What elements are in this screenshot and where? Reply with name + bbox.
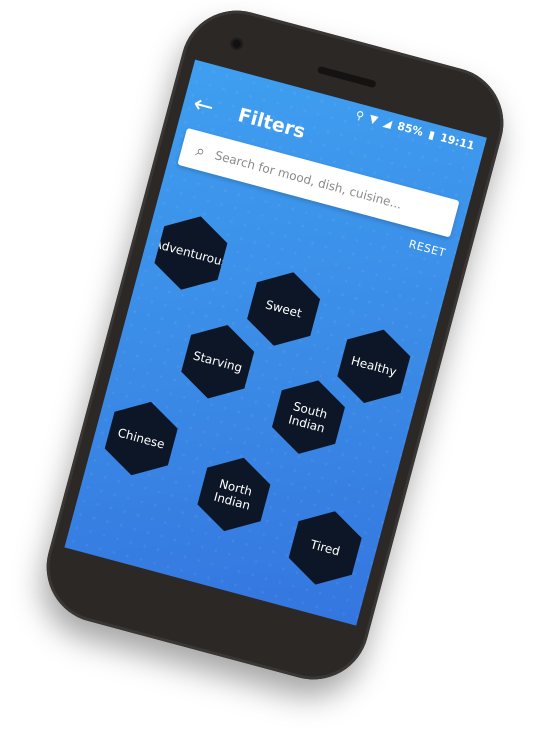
signal-icon: ◢ (381, 115, 394, 130)
filter-chip-healthy[interactable]: Healthy (327, 320, 420, 413)
mockup-stage: ⚲ ▼ ◢ 85% ▮ 19:11 ← Filters ⌕ RESET Adve… (0, 0, 549, 731)
location-icon: ⚲ (354, 107, 366, 123)
battery-icon: ▮ (427, 127, 437, 142)
filter-chip-label: Tired (308, 537, 342, 559)
phone-screen: ⚲ ▼ ◢ 85% ▮ 19:11 ← Filters ⌕ RESET Adve… (64, 59, 487, 626)
filter-chip-label: Sweet (264, 297, 304, 321)
filter-chip-label: Healthy (349, 353, 399, 379)
filter-chip-south-indian[interactable]: South Indian (262, 371, 355, 464)
filter-chip-adventurous[interactable]: Adventurous (144, 207, 237, 300)
filter-chip-label: South Indian (286, 398, 330, 436)
front-camera (229, 36, 244, 52)
filter-chip-label: Chinese (116, 425, 167, 452)
filter-chip-starving[interactable]: Starving (171, 315, 264, 408)
wifi-icon: ▼ (367, 111, 380, 127)
filter-chip-north-indian[interactable]: North Indian (187, 448, 280, 541)
reset-button[interactable]: RESET (407, 237, 447, 259)
arrow-left-icon[interactable]: ← (190, 89, 217, 121)
filter-chip-tired[interactable]: Tired (279, 501, 372, 594)
filter-chip-label: Starving (191, 348, 244, 375)
battery-level: 85% (395, 118, 425, 139)
filter-chip-label: Adventurous (152, 236, 230, 270)
page-title: Filters (235, 104, 308, 144)
filter-chip-label: North Indian (212, 476, 254, 513)
filter-chip-chinese[interactable]: Chinese (95, 392, 188, 485)
phone-device: ⚲ ▼ ◢ 85% ▮ 19:11 ← Filters ⌕ RESET Adve… (34, 0, 516, 692)
earpiece-speaker (316, 65, 377, 89)
filter-chips: Adventurous Sweet Healthy Starving South… (68, 204, 448, 611)
filter-chip-sweet[interactable]: Sweet (237, 262, 330, 355)
